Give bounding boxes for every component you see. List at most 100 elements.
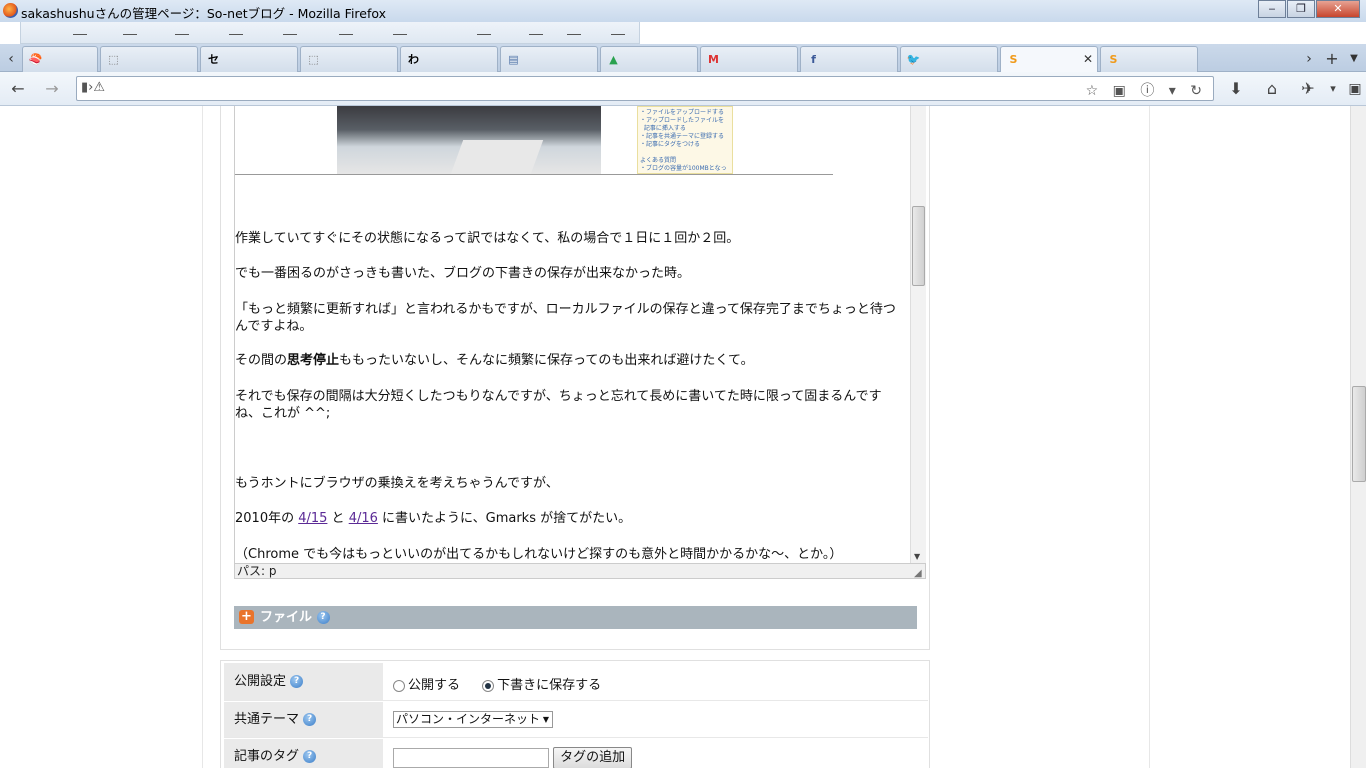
firefox-icon	[3, 3, 18, 18]
download-icon[interactable]: ⬇	[1226, 79, 1246, 99]
draft-option-label[interactable]: 下書きに保存する	[497, 678, 601, 693]
resize-handle-icon[interactable]: ◢	[914, 568, 922, 579]
tag-input[interactable]	[393, 748, 549, 768]
close-tab-icon[interactable]: ✕	[1083, 52, 1093, 66]
bookmark-item[interactable]	[393, 34, 407, 35]
draft-radio[interactable]	[482, 679, 495, 692]
list-tabs-icon[interactable]: ▼	[1345, 48, 1363, 70]
add-tag-button[interactable]: タグの追加	[553, 747, 633, 768]
sonet-icon: S	[1009, 53, 1018, 66]
bookmark-item[interactable]	[567, 34, 581, 35]
document-icon: ▤	[508, 53, 519, 66]
theme-label-cell: 共通テーマ ?	[224, 702, 383, 737]
paragraph: それでも保存の間隔は大分短くしたつもりなんですが、ちょっと忘れて長めに書いてた時…	[235, 389, 882, 421]
back-arrow-icon[interactable]: ←	[8, 79, 28, 99]
tab-se[interactable]: セ	[200, 46, 298, 72]
scroll-tabs-left-icon[interactable]: ‹	[2, 48, 20, 70]
scroll-down-arrow-icon[interactable]: ▼	[914, 552, 920, 561]
editor-scrollbar-thumb[interactable]	[912, 206, 925, 286]
paragraph: 「もっと頻繁に更新すれば」と言われるかもですが、ローカルファイルの保存と違って保…	[235, 302, 896, 334]
bookmark-item[interactable]	[611, 34, 625, 35]
publish-settings-table: 公開設定 ? 公開する 下書きに保存する 共通テーマ ? パソコン・インターネッ…	[220, 660, 930, 768]
text-span: ももったいないし、そんなに頻繁に保存ってのも出来れば避けたくて。	[339, 353, 754, 368]
tab-blank-page[interactable]: ⬚	[100, 46, 198, 72]
theme-label: 共通テーマ	[234, 712, 300, 727]
publish-setting-label: 公開設定	[234, 674, 287, 689]
tag-input-wrap: タグの追加	[393, 747, 633, 768]
menu-dropdown-icon[interactable]: ▾	[1323, 79, 1343, 99]
tab-blank-page[interactable]: ⬚	[300, 46, 398, 72]
scroll-tabs-right-icon[interactable]: ›	[1300, 48, 1318, 70]
tab-sushi[interactable]: 🍣	[22, 46, 98, 72]
theme-select[interactable]: パソコン・インターネット ▼	[393, 711, 553, 728]
blank-page-icon: ⬚	[308, 53, 319, 66]
help-icon[interactable]: ?	[290, 675, 304, 688]
page-scrollbar-thumb[interactable]	[1352, 386, 1366, 482]
theme-select-wrap: パソコン・インターネット ▼	[393, 711, 553, 728]
close-window-button[interactable]: ✕	[1316, 0, 1360, 18]
navigation-toolbar: ← → ▮›⚠ ☆ ▣ ⓘ ▾ ↻ ⬇ ⌂ ✈ ▾ ▣	[0, 72, 1366, 106]
new-tab-icon[interactable]: +	[1323, 48, 1341, 70]
tab-sonet[interactable]: S	[1100, 46, 1198, 72]
minimize-button[interactable]: ‒	[1258, 0, 1286, 18]
text-span: その間の	[235, 353, 288, 368]
page-content: ・ファイルをアップロードする ・アップロードしたファイルを 記事に挿入する ・記…	[0, 106, 1366, 768]
right-margin	[1150, 106, 1350, 768]
link-4-16[interactable]: 4/16	[349, 511, 378, 526]
window-titlebar: sakashushuさんの管理ページ：So-netブログ - Mozilla F…	[0, 0, 1366, 22]
maximize-button[interactable]: ❐	[1287, 0, 1315, 18]
page-scrollbar[interactable]	[1350, 106, 1366, 768]
url-bar-actions-icon[interactable]: ☆ ▣ ⓘ ▾ ↻	[1086, 80, 1207, 100]
editor-scrollbar[interactable]: ▼	[910, 106, 926, 563]
publish-setting-row: 公開設定 ? 公開する 下書きに保存する	[224, 663, 928, 701]
tag-label: 記事のタグ	[234, 749, 300, 764]
wa-icon: わ	[408, 53, 419, 66]
text-span: 2010年の	[235, 511, 299, 526]
help-icon[interactable]: ?	[303, 713, 317, 726]
publish-option-label[interactable]: 公開する	[408, 678, 460, 693]
bookmark-item[interactable]	[339, 34, 353, 35]
facebook-icon: f	[811, 53, 816, 66]
screenshot-text: ・ファイルをアップロードする ・アップロードしたファイルを 記事に挿入する ・記…	[640, 109, 727, 172]
article-screenshot-image: ・ファイルをアップロードする ・アップロードしたファイルを 記事に挿入する ・記…	[637, 106, 733, 174]
publish-radio[interactable]	[393, 679, 405, 692]
file-section-header[interactable]: + ファイル ?	[234, 606, 917, 629]
tab-document[interactable]: ▤	[500, 46, 598, 72]
sushi-icon: 🍣	[28, 53, 43, 66]
expand-plus-icon[interactable]: +	[239, 610, 254, 624]
help-icon[interactable]: ?	[316, 611, 330, 624]
link-4-15[interactable]: 4/15	[298, 511, 327, 526]
blank-page-icon: ⬚	[108, 53, 119, 66]
bookmark-item[interactable]	[477, 34, 491, 35]
url-bar[interactable]: ▮›⚠ ☆ ▣ ⓘ ▾ ↻	[76, 76, 1214, 101]
file-section-label: ファイル	[260, 610, 313, 625]
tag-row: 記事のタグ ? タグの追加	[224, 739, 928, 768]
bookmark-item[interactable]	[73, 34, 87, 35]
tab-drive[interactable]: ▲	[600, 46, 698, 72]
tab-twitter[interactable]: 🐦	[900, 46, 998, 72]
home-icon[interactable]: ⌂	[1262, 79, 1282, 99]
toolbar-overflow-icon[interactable]: ▣	[1345, 79, 1365, 99]
bookmark-item[interactable]	[529, 34, 543, 35]
left-margin	[0, 106, 202, 768]
forward-arrow-icon[interactable]: →	[42, 79, 62, 99]
addon-icon[interactable]: ✈	[1298, 79, 1318, 99]
tab-gmail[interactable]: M	[700, 46, 798, 72]
bookmarks-toolbar	[20, 22, 640, 44]
se-icon: セ	[208, 53, 219, 66]
sonet-icon: S	[1109, 53, 1118, 66]
tab-wa[interactable]: わ	[400, 46, 498, 72]
paragraph: （Chrome でも今はもっといいのが出てるかもしれないけど探すのも意外と時間か…	[235, 547, 843, 562]
help-icon[interactable]: ?	[303, 750, 317, 763]
bookmark-item[interactable]	[175, 34, 189, 35]
tab-sonet[interactable]: S ✕	[1000, 46, 1098, 73]
rich-text-editor[interactable]: ・ファイルをアップロードする ・アップロードしたファイルを 記事に挿入する ・記…	[234, 106, 910, 563]
bookmark-item[interactable]	[283, 34, 297, 35]
chevron-down-icon: ▼	[542, 715, 549, 724]
publish-options: 公開する 下書きに保存する	[393, 674, 601, 693]
site-identity-icon[interactable]: ▮›⚠	[81, 80, 105, 95]
bookmark-item[interactable]	[123, 34, 137, 35]
tab-facebook[interactable]: f	[800, 46, 898, 72]
bookmark-item[interactable]	[229, 34, 243, 35]
editor-path-bar: パス: p	[234, 563, 926, 579]
